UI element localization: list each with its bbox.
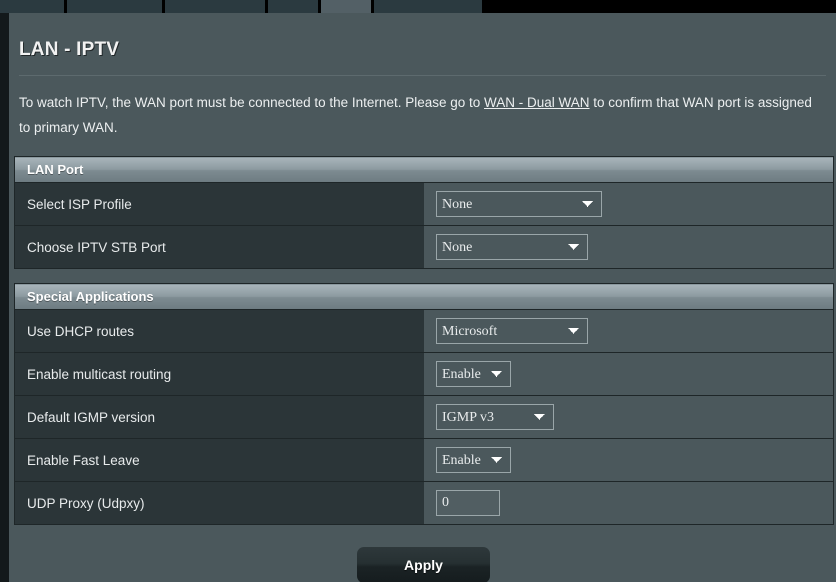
nav-tab-2[interactable] bbox=[67, 0, 163, 13]
router-admin-screen: LAN - IPTV To watch IPTV, the WAN port m… bbox=[0, 0, 836, 582]
nav-tab-1[interactable] bbox=[0, 0, 65, 13]
label-udp-proxy-udpxy: UDP Proxy (Udpxy) bbox=[14, 481, 424, 525]
label-default-igmp-version: Default IGMP version bbox=[14, 395, 424, 439]
row-use-dhcp-routes: Use DHCP routes Microsoft bbox=[14, 309, 834, 353]
value-cell-enable-multicast-routing: Enable bbox=[424, 352, 834, 396]
row-select-isp-profile: Select ISP Profile None bbox=[14, 182, 834, 226]
label-choose-iptv-stb-port: Choose IPTV STB Port bbox=[14, 225, 424, 269]
section-title: Special Applications bbox=[14, 283, 834, 310]
label-use-dhcp-routes: Use DHCP routes bbox=[14, 309, 424, 353]
top-navigation-tabs bbox=[0, 0, 836, 13]
description-text-before: To watch IPTV, the WAN port must be conn… bbox=[19, 95, 485, 110]
row-choose-iptv-stb-port: Choose IPTV STB Port None bbox=[14, 225, 834, 269]
select-enable-multicast-routing[interactable]: Enable bbox=[436, 361, 511, 387]
nav-tab-3[interactable] bbox=[165, 0, 265, 13]
row-default-igmp-version: Default IGMP version IGMP v3 bbox=[14, 395, 834, 439]
section-title: LAN Port bbox=[14, 156, 834, 183]
value-cell-enable-fast-leave: Enable bbox=[424, 438, 834, 482]
section-lan-port: LAN Port Select ISP Profile None Choose IPT… bbox=[14, 156, 834, 269]
row-enable-multicast-routing: Enable multicast routing Enable bbox=[14, 352, 834, 396]
settings-sections: LAN Port Select ISP Profile None Choose IPT… bbox=[9, 156, 836, 525]
row-udp-proxy-udpxy: UDP Proxy (Udpxy) bbox=[14, 481, 834, 525]
input-udp-proxy-udpxy[interactable] bbox=[436, 490, 500, 516]
section-special-applications: Special Applications Use DHCP routes Micro… bbox=[14, 283, 834, 525]
wan-dual-wan-link[interactable]: WAN - Dual WAN bbox=[484, 95, 590, 110]
page-description: To watch IPTV, the WAN port must be conn… bbox=[9, 76, 836, 140]
select-enable-fast-leave[interactable]: Enable bbox=[436, 447, 511, 473]
nav-tab-6[interactable] bbox=[373, 0, 483, 13]
value-cell-default-igmp-version: IGMP v3 bbox=[424, 395, 834, 439]
nav-tab-4[interactable] bbox=[267, 0, 319, 13]
value-cell-use-dhcp-routes: Microsoft bbox=[424, 309, 834, 353]
label-select-isp-profile: Select ISP Profile bbox=[14, 182, 424, 226]
select-default-igmp-version[interactable]: IGMP v3 bbox=[436, 404, 554, 430]
nav-tab-tail bbox=[485, 0, 836, 13]
apply-bar: Apply bbox=[9, 534, 836, 582]
value-cell-select-isp-profile: None bbox=[424, 182, 834, 226]
row-enable-fast-leave: Enable Fast Leave Enable bbox=[14, 438, 834, 482]
select-choose-iptv-stb-port[interactable]: None bbox=[436, 234, 588, 260]
content-panel: LAN - IPTV To watch IPTV, the WAN port m… bbox=[9, 13, 836, 582]
value-cell-choose-iptv-stb-port: None bbox=[424, 225, 834, 269]
nav-tab-5[interactable] bbox=[321, 0, 371, 13]
value-cell-udp-proxy-udpxy bbox=[424, 481, 834, 525]
label-enable-fast-leave: Enable Fast Leave bbox=[14, 438, 424, 482]
section-header-special-applications: Special Applications bbox=[14, 283, 834, 310]
left-gutter bbox=[0, 13, 9, 582]
section-header-lan-port: LAN Port bbox=[14, 156, 834, 183]
label-enable-multicast-routing: Enable multicast routing bbox=[14, 352, 424, 396]
select-use-dhcp-routes[interactable]: Microsoft bbox=[436, 318, 588, 344]
page-title: LAN - IPTV bbox=[19, 39, 120, 60]
select-select-isp-profile[interactable]: None bbox=[436, 191, 602, 217]
apply-button[interactable]: Apply bbox=[357, 547, 490, 582]
